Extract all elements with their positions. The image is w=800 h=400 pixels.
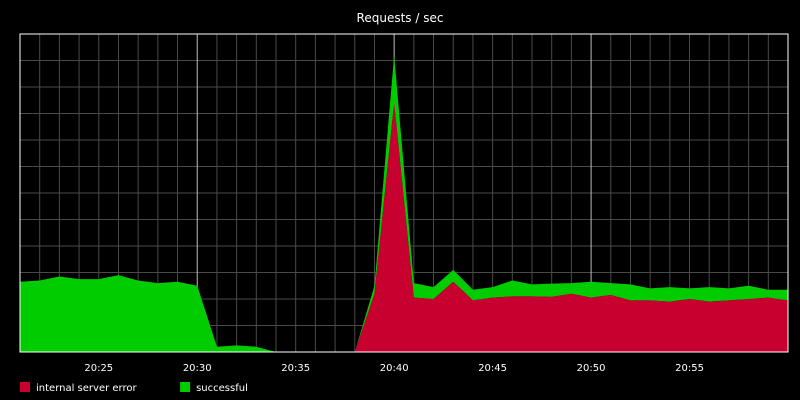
chart-root: Requests / sec 20:25 20:30 20:35 20:40 20:45… <box>0 0 800 400</box>
legend-label: internal server error <box>36 383 137 394</box>
x-tick-label: 20:45 <box>478 363 507 374</box>
x-tick-label: 20:35 <box>281 363 310 374</box>
chart-title: Requests / sec <box>357 11 444 25</box>
x-tick-label: 20:50 <box>577 363 606 374</box>
x-tick-label: 20:55 <box>675 363 704 374</box>
legend-label: successful <box>196 383 248 394</box>
legend: internal server error successful <box>20 382 248 394</box>
legend-swatch <box>20 382 30 392</box>
x-axis-ticks: 20:25 20:30 20:35 20:40 20:45 20:50 20:55 <box>84 363 704 374</box>
x-tick-label: 20:30 <box>183 363 212 374</box>
requests-chart: Requests / sec 20:25 20:30 20:35 20:40 20:45… <box>19 11 789 394</box>
legend-swatch <box>180 382 191 392</box>
x-tick-label: 20:25 <box>84 363 113 374</box>
x-tick-label: 20:40 <box>380 363 409 374</box>
